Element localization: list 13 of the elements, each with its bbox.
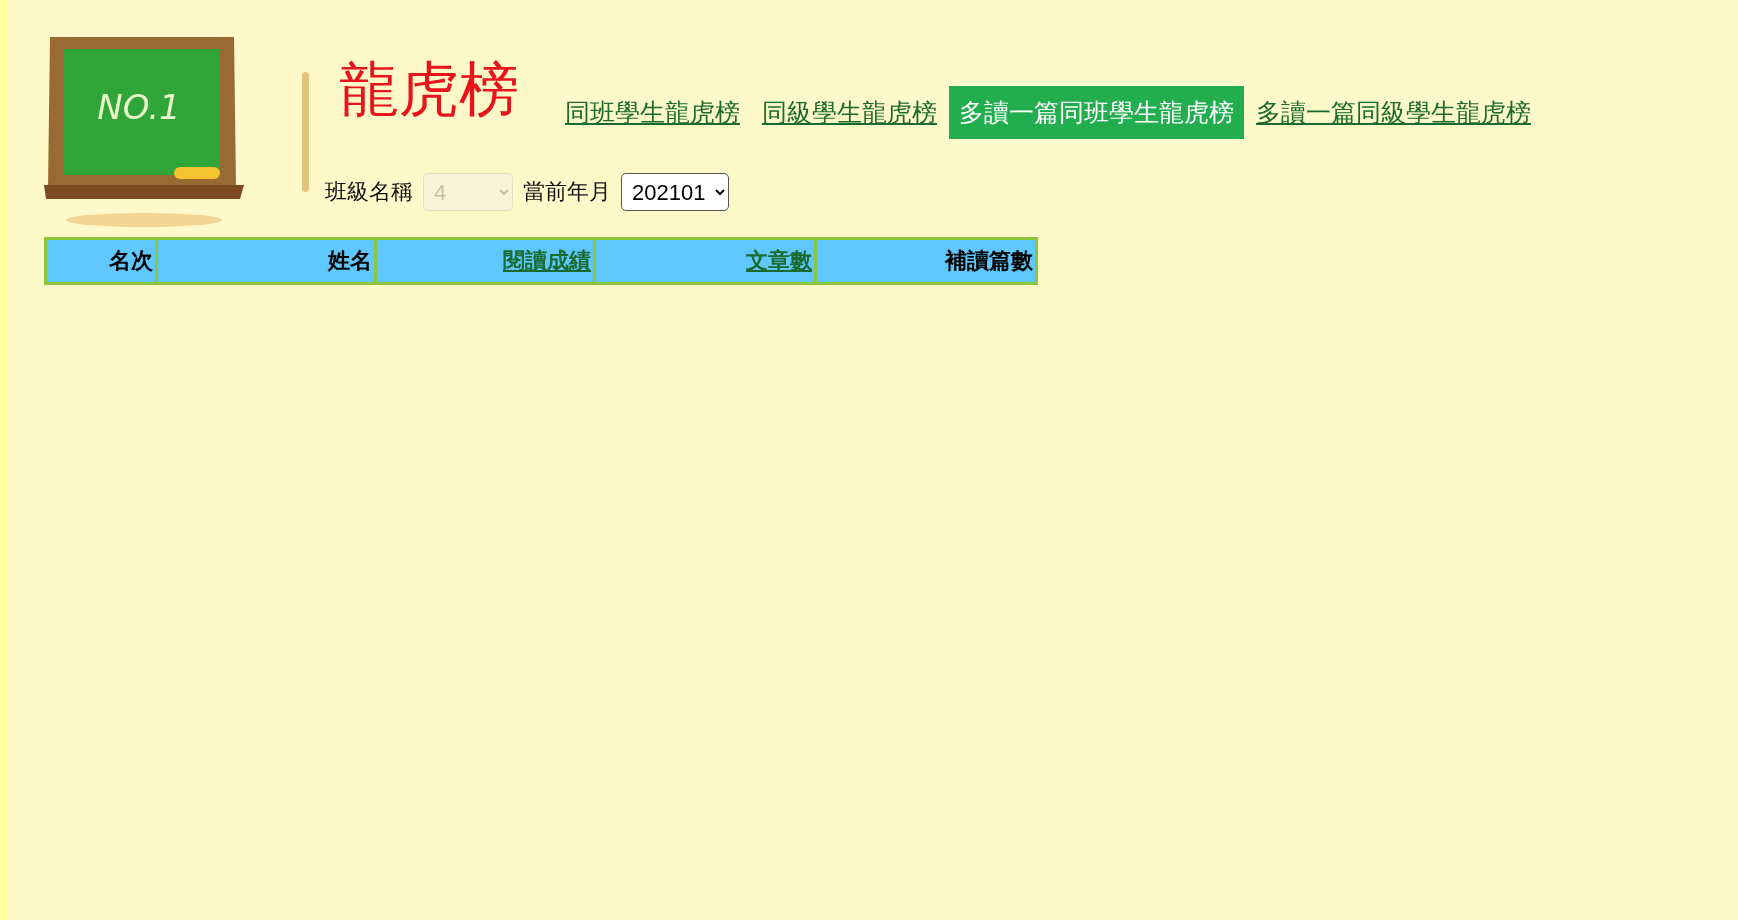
- dropdown[interactable]: 202101: [621, 173, 729, 211]
- filter-label: 班級名稱: [325, 178, 413, 206]
- column-header: 補讀篇數: [815, 238, 1037, 284]
- page-title: 龍虎榜: [339, 57, 519, 121]
- filter-label: 當前年月: [523, 178, 611, 206]
- tab[interactable]: 多讀一篇同級學生龍虎榜: [1246, 86, 1541, 139]
- sort-link[interactable]: 文章數: [746, 248, 812, 273]
- tab[interactable]: 同班學生龍虎榜: [555, 86, 750, 139]
- column-header: 姓名: [156, 238, 376, 284]
- sort-link[interactable]: 閱讀成績: [503, 248, 591, 273]
- chalkboard-drawing: NO.1: [44, 37, 244, 229]
- tab[interactable]: 同級學生龍虎榜: [752, 86, 947, 139]
- column-header: 名次: [45, 238, 157, 284]
